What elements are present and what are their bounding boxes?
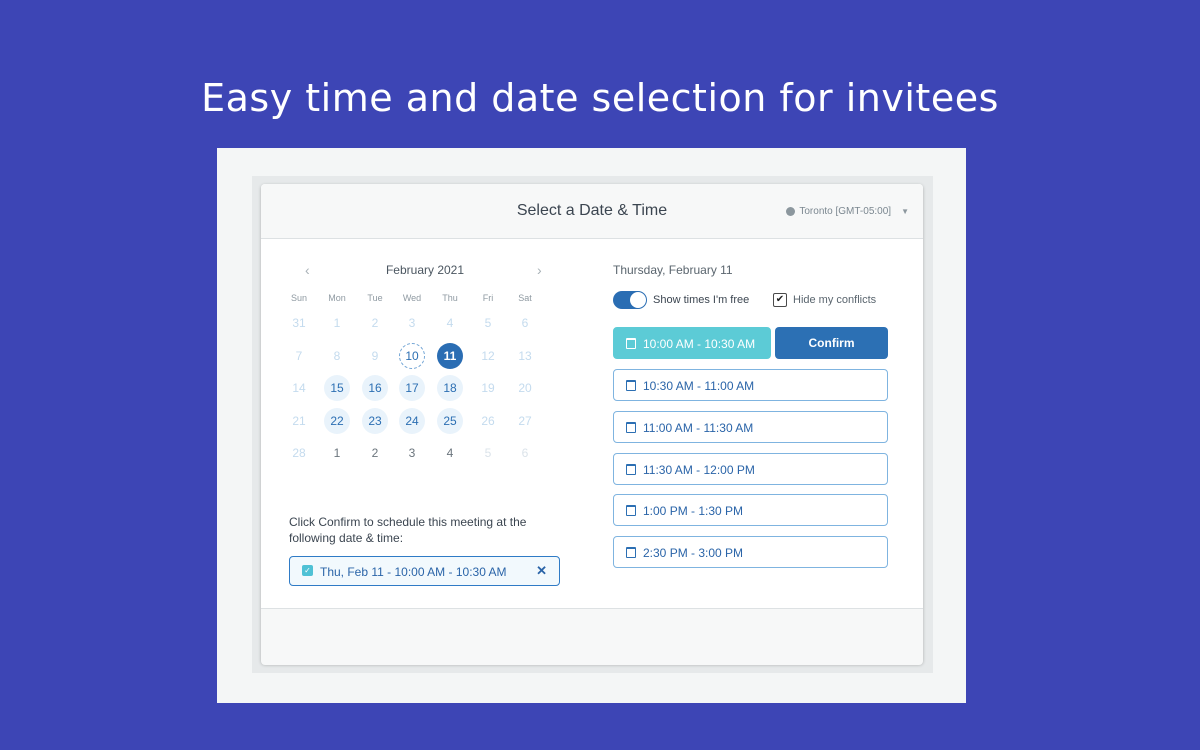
weekday-label: Sun [290, 293, 307, 303]
calendar-month-label: February 2021 [385, 263, 465, 277]
calendar-day: 7 [295, 349, 303, 363]
calendar-icon [626, 422, 636, 433]
calendar-day[interactable]: 3 [399, 440, 425, 466]
calendar-day-selected[interactable]: 11 [437, 343, 463, 369]
show-free-times-label: Show times I'm free [653, 294, 750, 306]
calendar-icon [626, 505, 636, 516]
card-footer [261, 608, 923, 665]
weekday-label: Thu [442, 293, 458, 303]
confirm-button[interactable]: Confirm [775, 327, 888, 359]
close-icon[interactable]: ✕ [536, 563, 547, 579]
calendar-day: 9 [371, 349, 379, 363]
calendar-day: 31 [292, 316, 306, 330]
calendar-day: 10 [399, 343, 425, 369]
calendar-day[interactable]: 2 [362, 440, 388, 466]
time-slot-label: 2:30 PM - 3:00 PM [643, 546, 744, 560]
card-header: Select a Date & Time Toronto [GMT-05:00]… [261, 184, 923, 239]
screenshot-frame: Select a Date & Time Toronto [GMT-05:00]… [217, 148, 966, 703]
hide-conflicts-label: Hide my conflicts [793, 294, 877, 306]
time-slot-label: 1:00 PM - 1:30 PM [643, 504, 744, 518]
timezone-selector[interactable]: Toronto [GMT-05:00] ▼ [786, 206, 909, 217]
calendar-day[interactable]: 16 [362, 375, 388, 401]
calendar-day[interactable]: 4 [437, 440, 463, 466]
calendar-day[interactable]: 15 [324, 375, 350, 401]
calendar-day: 21 [292, 414, 306, 428]
calendar-day: 2 [371, 316, 379, 330]
calendar-day[interactable]: 23 [362, 408, 388, 434]
weekday-label: Tue [367, 293, 383, 303]
calendar-day[interactable]: 1 [324, 440, 350, 466]
time-slot-label: 11:00 AM - 11:30 AM [643, 421, 754, 435]
calendar-day: 20 [518, 381, 532, 395]
weekday-label: Mon [328, 293, 346, 303]
calendar-day: 1 [333, 316, 341, 330]
calendar-day: 3 [408, 316, 416, 330]
time-slot-label: 11:30 AM - 12:00 PM [643, 463, 755, 477]
calendar-day: 14 [292, 381, 306, 395]
calendar-day: 6 [521, 446, 529, 460]
calendar-icon [626, 338, 636, 349]
calendar-day: 8 [333, 349, 341, 363]
calendar-day[interactable]: 24 [399, 408, 425, 434]
time-slot[interactable]: 11:00 AM - 11:30 AM [613, 411, 888, 443]
weekday-label: Fri [482, 293, 494, 303]
time-slot[interactable]: 2:30 PM - 3:00 PM [613, 536, 888, 568]
calendar-day: 5 [484, 316, 492, 330]
chevron-left-icon[interactable]: ‹ [305, 262, 310, 278]
calendar-day[interactable]: 18 [437, 375, 463, 401]
timezone-label: Toronto [GMT-05:00] [799, 206, 892, 217]
calendar-day: 19 [481, 381, 495, 395]
calendar-day[interactable]: 22 [324, 408, 350, 434]
calendar-icon [626, 547, 636, 558]
calendar-day: 27 [518, 414, 532, 428]
weekday-label: Wed [402, 293, 422, 303]
page-headline: Easy time and date selection for invitee… [201, 76, 999, 120]
check-icon: ✓ [302, 565, 313, 576]
calendar-day: 6 [521, 316, 529, 330]
time-slot-selected[interactable]: 10:00 AM - 10:30 AM [613, 327, 771, 359]
toggle-knob [630, 292, 646, 308]
caret-down-icon: ▼ [901, 207, 909, 216]
calendar-day: 13 [518, 349, 532, 363]
time-slot-label: 10:30 AM - 11:00 AM [643, 379, 755, 393]
calendar-day: 26 [481, 414, 495, 428]
calendar-day[interactable]: 25 [437, 408, 463, 434]
calendar-day: 5 [484, 446, 492, 460]
time-slot[interactable]: 10:30 AM - 11:00 AM [613, 369, 888, 401]
calendar-icon [626, 464, 636, 475]
calendar-day: 12 [481, 349, 495, 363]
show-free-times-toggle[interactable] [613, 291, 647, 309]
calendar-icon [626, 380, 636, 391]
time-slot-label: 10:00 AM - 10:30 AM [643, 337, 756, 351]
calendar-day[interactable]: 17 [399, 375, 425, 401]
calendar-day: 4 [446, 316, 454, 330]
time-slot[interactable]: 1:00 PM - 1:30 PM [613, 494, 888, 526]
selected-time-chip: ✓ Thu, Feb 11 - 10:00 AM - 10:30 AM ✕ [289, 556, 560, 586]
weekday-label: Sat [518, 293, 532, 303]
chevron-right-icon[interactable]: › [537, 262, 542, 278]
globe-icon [786, 207, 796, 216]
hide-conflicts-checkbox[interactable]: ✔ [773, 293, 787, 307]
selected-time-label: Thu, Feb 11 - 10:00 AM - 10:30 AM [320, 565, 507, 579]
calendar-day: 28 [292, 446, 306, 460]
time-slot[interactable]: 11:30 AM - 12:00 PM [613, 453, 888, 485]
selected-date-heading: Thursday, February 11 [613, 263, 733, 277]
scheduler-card: Select a Date & Time Toronto [GMT-05:00]… [261, 184, 923, 665]
confirm-instructions: Click Confirm to schedule this meeting a… [289, 515, 527, 545]
